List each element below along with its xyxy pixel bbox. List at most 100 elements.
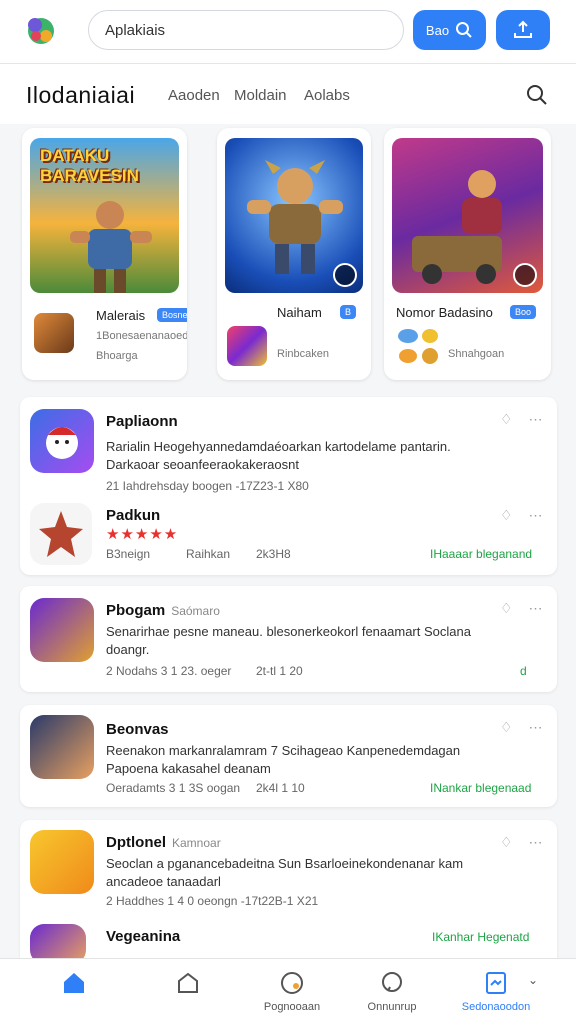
featured-line1: 1Bonesaenanaoedan: [96, 330, 187, 342]
featured-badge: B: [340, 305, 357, 319]
app-icon[interactable]: [30, 409, 94, 473]
bottom-nav: Pognooaan Onnunrup Sedonaoodon ⌄: [0, 958, 576, 1024]
featured-art-title: DATAKU BARAVESIN: [40, 146, 139, 185]
app-name[interactable]: Vegeanina: [106, 928, 180, 945]
status-text: IKanhar Hegenatd: [432, 930, 530, 944]
featured-name: Malerais: [96, 308, 146, 323]
rating-stars: ★★★★★: [106, 526, 179, 543]
home-icon: [64, 973, 84, 993]
app-logo-icon[interactable]: [24, 14, 58, 48]
action-icons[interactable]: ♢ ⋯: [500, 600, 548, 617]
search-icon[interactable]: [526, 84, 548, 106]
app-name[interactable]: Dptlonel Kamnoar: [106, 834, 221, 851]
section-header: Ilodaniaiai Aaoden Moldain Aolabs: [0, 64, 576, 124]
list-card: Beonvas ♢ ⋯ Reenakon markanralamram 7 Sc…: [20, 705, 557, 807]
search-input[interactable]: [88, 10, 404, 50]
status-text: IHaaaar bleganand: [430, 547, 533, 561]
app-description: Senarirhae pesne maneau. blesonerkeokorl…: [106, 624, 471, 639]
app-icon[interactable]: [30, 830, 94, 894]
app-meta: 2 Nodahs 3 1 23. oeger: [106, 664, 232, 678]
app-name[interactable]: Padkun: [106, 507, 160, 524]
app-meta: 21 Iahdrehsday boogen -17Z23-1 X80: [106, 479, 309, 493]
games-icon: [281, 972, 303, 994]
featured-line2: Bhoarga: [96, 350, 138, 362]
game-thumb-icon: [34, 313, 74, 353]
search-button[interactable]: Bao: [413, 10, 486, 50]
action-icons[interactable]: ♢ ⋯: [500, 834, 548, 851]
app-icon[interactable]: [30, 503, 92, 565]
library-icon: [178, 972, 198, 993]
app-icon[interactable]: [30, 598, 94, 662]
app-meta: 2 Haddhes 1 4 0 oeongn -17t22B-1 X21: [106, 894, 319, 908]
status-text: d: [520, 664, 527, 678]
app-name[interactable]: Pbogam Saómaro: [106, 602, 220, 619]
list-card: Pbogam Saómaro ♢ ⋯ Senarirhae pesne manea…: [20, 586, 557, 692]
featured-card-2[interactable]: Naiham B Rinbcaken: [217, 128, 371, 380]
app-description-2: Papoena kakasahel deanam: [106, 761, 271, 776]
nav-label: Sedonaoodon: [461, 1001, 531, 1013]
featured-badge: Boo: [510, 305, 537, 319]
featured-card-3[interactable]: Nomor Badasino Boo Shnahgoan: [384, 128, 551, 380]
action-icons[interactable]: ♢ ⋯: [500, 411, 548, 428]
app-name-text: Pbogam: [106, 602, 166, 619]
featured-art: DATAKU BARAVESIN: [30, 138, 179, 293]
character-icon: [70, 201, 152, 293]
app-description: Reenakon markanralamram 7 Scihageao Kanp…: [106, 743, 461, 758]
app-description: Rarialin Heogehyannedamdaéoarkan kartode…: [106, 439, 451, 454]
featured-line2: Shnahgoan: [448, 348, 505, 360]
app-description-2: doangr.: [106, 642, 150, 657]
app-description-2: ancadeoe tanaadarl: [106, 874, 221, 889]
nav-label: Pognooaan: [263, 1001, 321, 1013]
featured-art: [392, 138, 543, 293]
upload-icon: [514, 20, 532, 38]
featured-badge: Bosner: [157, 308, 187, 322]
search-icon: [456, 22, 472, 38]
app-meta: Oeradamts 3 1 3S oogan: [106, 781, 241, 795]
upload-button[interactable]: [496, 10, 550, 50]
character-icon: [39, 511, 83, 557]
featured-line2: Rinbcaken: [277, 348, 329, 360]
list-card: Dptlonel Kamnoar ♢ ⋯ Seoclan a pgananceba…: [20, 820, 557, 980]
app-subtitle: Kamnoar: [172, 836, 221, 850]
game-thumb-icon: [398, 329, 438, 364]
app-name[interactable]: Beonvas: [106, 721, 169, 738]
play-icon[interactable]: [513, 263, 537, 287]
tab-3[interactable]: Aolabs: [304, 87, 350, 104]
featured-art: [225, 138, 363, 293]
featured-card-1[interactable]: DATAKU BARAVESIN Malerais Bosner 1Bonesa…: [22, 128, 187, 380]
app-subtitle: Saómaro: [171, 604, 220, 618]
game-thumb-icon: [227, 326, 267, 366]
character-icon: [247, 160, 343, 274]
featured-name: Naiham: [277, 305, 322, 320]
page-title: Ilodaniaiai: [26, 82, 136, 108]
app-meta: Raihkan: [186, 547, 231, 561]
app-meta: 2t-tl 1 20: [256, 664, 303, 678]
chevron-down-icon[interactable]: ⌄: [528, 973, 538, 987]
app-icon[interactable]: [30, 715, 94, 779]
character-icon: [46, 427, 78, 459]
app-meta: 2k4l 1 10: [256, 781, 305, 795]
status-text: INankar blegenaad: [430, 781, 532, 795]
nav-community[interactable]: Onnunrup: [342, 969, 442, 1013]
app-description-2: Darkaoar seoanfeeraokakeraosnt: [106, 457, 299, 472]
tab-2[interactable]: Moldain: [234, 87, 287, 104]
search-button-label: Bao: [425, 22, 450, 38]
app-description: Seoclan a pganancebadeitna Sun Bsarloein…: [106, 856, 464, 871]
play-icon[interactable]: [333, 263, 357, 287]
list-card: Papliaonn ♢ ⋯ Rarialin Heogehyannedamdaé…: [20, 397, 557, 575]
featured-name: Nomor Badasino: [396, 305, 493, 320]
top-bar: Bao: [0, 0, 576, 64]
community-icon: [382, 972, 402, 992]
nav-library[interactable]: [138, 969, 238, 1001]
app-meta: B3neign: [106, 547, 151, 561]
action-icons[interactable]: ♢ ⋯: [500, 719, 548, 736]
nav-home[interactable]: [24, 969, 124, 1001]
action-icons[interactable]: ♢ ⋯: [500, 507, 548, 524]
app-meta: 2k3H8: [256, 547, 291, 561]
updates-icon: [486, 972, 506, 994]
app-name[interactable]: Papliaonn: [106, 413, 178, 430]
character-icon: [412, 170, 502, 284]
nav-label: Onnunrup: [367, 1001, 417, 1013]
tab-1[interactable]: Aaoden: [168, 87, 220, 104]
nav-games[interactable]: Pognooaan: [242, 969, 342, 1013]
